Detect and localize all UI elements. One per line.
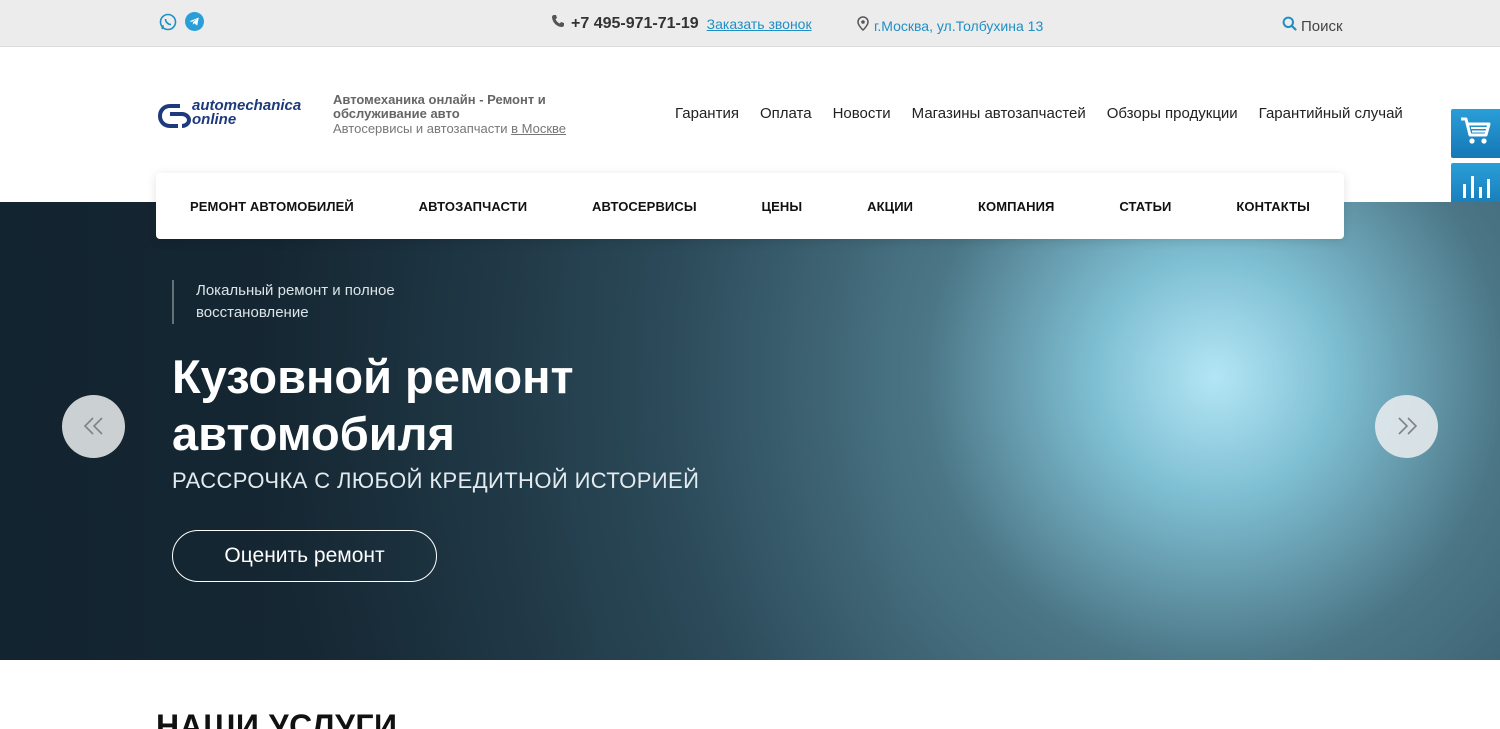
- header-nav-payment[interactable]: Оплата: [760, 105, 812, 122]
- main-nav-contacts[interactable]: КОНТАКТЫ: [1236, 199, 1310, 214]
- search-button[interactable]: Поиск: [1282, 16, 1343, 36]
- logo-line-2: online: [192, 111, 237, 128]
- phone-block: +7 495-971-71-19 Заказать звонок: [551, 14, 812, 33]
- site-tagline: Автомеханика онлайн - Ремонт и обслужива…: [333, 92, 593, 137]
- address-block: г.Москва, ул.Толбухина 13: [857, 16, 1043, 36]
- search-label: Поиск: [1301, 17, 1343, 35]
- telegram-icon[interactable]: [185, 12, 204, 31]
- hero-title: Кузовной ремонт автомобиля: [172, 350, 574, 460]
- main-nav-articles[interactable]: СТАТЬИ: [1119, 199, 1171, 214]
- main-nav-auto-parts[interactable]: АВТОЗАПЧАСТИ: [419, 199, 527, 214]
- main-nav: РЕМОНТ АВТОМОБИЛЕЙ АВТОЗАПЧАСТИ АВТОСЕРВ…: [156, 173, 1344, 239]
- double-chevron-left-icon: [82, 411, 106, 443]
- tagline-title: Автомеханика онлайн - Ремонт и обслужива…: [333, 92, 546, 121]
- phone-number[interactable]: +7 495-971-71-19: [571, 15, 699, 33]
- header-nav-warranty[interactable]: Гарантия: [675, 105, 739, 122]
- site-logo[interactable]: automechanica online: [158, 98, 318, 131]
- main-nav-prices[interactable]: ЦЕНЫ: [762, 199, 803, 214]
- hero-slider: Локальный ремонт и полное восстановление…: [0, 202, 1500, 660]
- main-nav-company[interactable]: КОМПАНИЯ: [978, 199, 1054, 214]
- double-chevron-right-icon: [1395, 411, 1419, 443]
- location-pin-icon: [857, 16, 869, 36]
- slider-prev-button[interactable]: [62, 395, 125, 458]
- top-bar: +7 495-971-71-19 Заказать звонок г.Москв…: [0, 0, 1500, 47]
- tagline-subtitle-text: Автосервисы и автозапчасти: [333, 121, 508, 136]
- slider-next-button[interactable]: [1375, 395, 1438, 458]
- social-links: [158, 12, 204, 31]
- cart-button[interactable]: [1451, 109, 1500, 158]
- header-nav-warranty-case[interactable]: Гарантийный случай: [1259, 105, 1403, 122]
- address-link[interactable]: г.Москва, ул.Толбухина 13: [874, 18, 1043, 34]
- tagline-subtitle: Автосервисы и автозапчасти в Москве: [333, 121, 593, 136]
- header-nav: Гарантия Оплата Новости Магазины автозап…: [675, 105, 1403, 122]
- phone-icon: [551, 14, 565, 33]
- logo-text: automechanica online: [192, 98, 301, 128]
- main-nav-promotions[interactable]: АКЦИИ: [867, 199, 913, 214]
- main-nav-car-repair[interactable]: РЕМОНТ АВТОМОБИЛЕЙ: [190, 199, 354, 214]
- tagline-city-link[interactable]: в Москве: [511, 121, 566, 136]
- hero-subtitle: РАССРОЧКА С ЛЮБОЙ КРЕДИТНОЙ ИСТОРИЕЙ: [172, 468, 700, 493]
- services-section-title: НАШИ УСЛУГИ: [156, 708, 398, 729]
- compare-icon: [1460, 170, 1492, 205]
- cart-icon: [1459, 116, 1493, 151]
- main-nav-car-services[interactable]: АВТОСЕРВИСЫ: [592, 199, 697, 214]
- header-nav-product-reviews[interactable]: Обзоры продукции: [1107, 105, 1238, 122]
- whatsapp-icon[interactable]: [158, 12, 177, 31]
- estimate-repair-button[interactable]: Оценить ремонт: [172, 530, 437, 582]
- header-nav-parts-shops[interactable]: Магазины автозапчастей: [912, 105, 1086, 122]
- search-icon: [1282, 16, 1297, 36]
- hero-pretitle: Локальный ремонт и полное восстановление: [172, 280, 452, 324]
- header-nav-news[interactable]: Новости: [833, 105, 891, 122]
- callback-link[interactable]: Заказать звонок: [707, 16, 812, 32]
